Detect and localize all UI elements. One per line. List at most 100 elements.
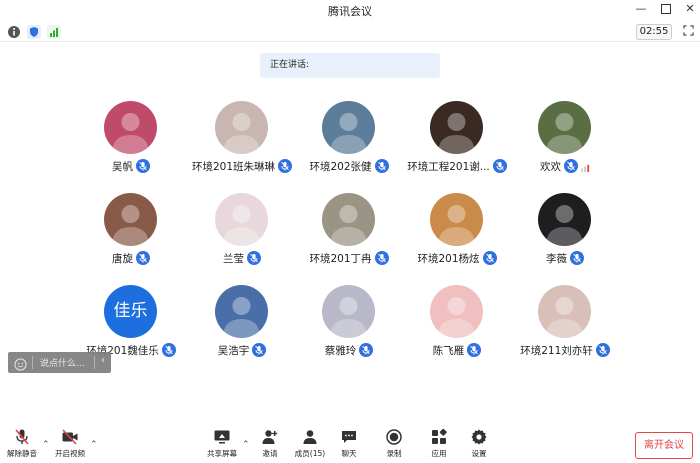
participant-name: 蔡雅玲 bbox=[324, 345, 357, 357]
title-bar: 腾讯会议 — ✕ bbox=[0, 0, 700, 20]
mic-muted-icon bbox=[467, 343, 482, 357]
participant-name: 环境211刘亦轩 bbox=[520, 345, 593, 357]
avatar-text: 佳乐 bbox=[113, 301, 148, 321]
participant-avatar bbox=[215, 285, 268, 338]
mic-muted-icon bbox=[136, 251, 150, 265]
collapse-chevron-icon[interactable]: ‹ bbox=[101, 355, 105, 366]
participant-tile[interactable]: 环境202张健 bbox=[289, 101, 409, 191]
mic-muted-icon bbox=[595, 343, 610, 357]
participant-avatar bbox=[322, 101, 375, 154]
participant-tile[interactable]: 唐旋 bbox=[71, 193, 191, 283]
participant-name-line: 环境201班朱琳琳 bbox=[182, 159, 302, 174]
chat-input-bubble[interactable]: 说点什么... ‹ bbox=[8, 352, 111, 373]
participant-name: 环境工程201谢... bbox=[407, 161, 490, 173]
participant-avatar bbox=[430, 193, 483, 246]
close-icon[interactable]: ✕ bbox=[682, 2, 698, 15]
record-label: 录制 bbox=[386, 449, 402, 458]
participant-tile[interactable]: 环境201班朱琳琳 bbox=[182, 101, 302, 191]
invite-button[interactable]: 邀请 bbox=[250, 428, 290, 459]
participant-tile[interactable]: 李薇 bbox=[505, 193, 625, 283]
apps-button[interactable]: 应用 bbox=[419, 428, 459, 459]
participant-avatar bbox=[538, 285, 591, 338]
meeting-timer: 02:55 bbox=[636, 24, 672, 40]
participant-avatar bbox=[104, 101, 157, 154]
participant-tile[interactable]: 环境201杨炫 bbox=[397, 193, 517, 283]
participant-name-line: 蔡雅玲 bbox=[289, 343, 409, 358]
participant-tile[interactable]: 吴帆 bbox=[71, 101, 191, 191]
participant-avatar bbox=[215, 193, 268, 246]
mic-muted-icon bbox=[161, 343, 176, 357]
maximize-icon[interactable] bbox=[658, 2, 674, 17]
participant-tile[interactable]: 环境211刘亦轩 bbox=[505, 285, 625, 375]
record-button[interactable]: 录制 bbox=[374, 428, 414, 459]
participant-tile[interactable]: 吴浩宇 bbox=[182, 285, 302, 375]
mic-muted-icon bbox=[252, 343, 267, 357]
participant-name: 环境201杨炫 bbox=[417, 253, 480, 265]
participant-tile[interactable]: 环境工程201谢... bbox=[397, 101, 517, 191]
emoji-icon[interactable] bbox=[14, 356, 27, 375]
participant-name-line: 陈飞雁 bbox=[397, 343, 517, 358]
video-options-chevron-icon[interactable]: ⌃ bbox=[90, 440, 98, 450]
camera-off-icon bbox=[62, 429, 78, 445]
members-button[interactable]: 成员(15) bbox=[290, 428, 330, 459]
share-options-chevron-icon[interactable]: ⌃ bbox=[242, 440, 250, 450]
participant-tile[interactable]: 蔡雅玲 bbox=[289, 285, 409, 375]
participant-name: 陈飞雁 bbox=[432, 345, 465, 357]
participant-avatar bbox=[104, 193, 157, 246]
settings-label: 设置 bbox=[471, 449, 487, 458]
chat-divider-right bbox=[94, 356, 95, 369]
participant-avatar bbox=[430, 101, 483, 154]
share-screen-label: 共享屏幕 bbox=[207, 449, 237, 458]
minimize-icon[interactable]: — bbox=[633, 2, 649, 15]
leave-meeting-button[interactable]: 离开会议 bbox=[635, 432, 693, 459]
chat-button[interactable]: 聊天 bbox=[329, 428, 369, 459]
fullscreen-icon[interactable] bbox=[680, 25, 696, 39]
participant-name: 唐旋 bbox=[112, 253, 133, 265]
chat-label: 聊天 bbox=[341, 449, 357, 458]
volume-level-icon bbox=[581, 163, 590, 175]
participant-name-line: 吴浩宇 bbox=[182, 343, 302, 358]
participant-name-line: 环境202张健 bbox=[289, 159, 409, 174]
meeting-toolbar: 解除静音 ⌃ 开启视频 ⌃ 共享屏幕 ⌃ 邀请 成员(15) 聊天 录制 应用 … bbox=[0, 428, 700, 463]
participant-avatar bbox=[538, 193, 591, 246]
start-video-label: 开启视频 bbox=[55, 449, 85, 458]
chat-divider bbox=[32, 356, 33, 369]
participant-name-line: 环境201杨炫 bbox=[397, 251, 517, 266]
share-screen-button[interactable]: 共享屏幕 bbox=[202, 428, 242, 459]
participant-name: 环境201丁冉 bbox=[309, 253, 372, 265]
participant-name-line: 环境201丁冉 bbox=[289, 251, 409, 266]
participant-tile[interactable]: 环境201丁冉 bbox=[289, 193, 409, 283]
participant-tile[interactable]: 陈飞雁 bbox=[397, 285, 517, 375]
participant-name: 兰莹 bbox=[223, 253, 244, 265]
start-video-button[interactable]: 开启视频 bbox=[50, 428, 90, 459]
participant-avatar bbox=[430, 285, 483, 338]
participant-avatar bbox=[322, 193, 375, 246]
participant-tile[interactable]: 兰莹 bbox=[182, 193, 302, 283]
participant-name: 欢欢 bbox=[540, 161, 561, 173]
mic-muted-icon bbox=[564, 159, 578, 173]
mic-muted-icon bbox=[482, 251, 497, 265]
participant-avatar bbox=[322, 285, 375, 338]
participant-name-line: 环境工程201谢... bbox=[397, 159, 517, 174]
apps-grid-icon bbox=[432, 428, 447, 444]
members-icon bbox=[303, 430, 317, 444]
participant-name-line: 吴帆 bbox=[71, 159, 191, 174]
mic-muted-icon bbox=[570, 251, 584, 265]
participant-name-line: 环境211刘亦轩 bbox=[505, 343, 625, 358]
participant-name-line: 李薇 bbox=[505, 251, 625, 266]
settings-button[interactable]: 设置 bbox=[459, 428, 499, 459]
participant-name: 吴帆 bbox=[112, 161, 133, 173]
invite-label: 邀请 bbox=[262, 449, 278, 458]
window-title: 腾讯会议 bbox=[328, 5, 372, 18]
audio-options-chevron-icon[interactable]: ⌃ bbox=[42, 440, 50, 450]
participant-name-line: 唐旋 bbox=[71, 251, 191, 266]
share-screen-icon bbox=[214, 430, 230, 444]
participant-name: 吴浩宇 bbox=[217, 345, 250, 357]
info-icon[interactable] bbox=[7, 24, 21, 38]
signal-icon[interactable] bbox=[47, 24, 61, 39]
participant-name: 环境202张健 bbox=[309, 161, 372, 173]
participant-tile[interactable]: 欢欢 bbox=[505, 101, 625, 191]
unmute-button[interactable]: 解除静音 bbox=[2, 428, 42, 459]
shield-icon[interactable] bbox=[27, 24, 41, 39]
mic-muted-icon bbox=[374, 251, 389, 265]
